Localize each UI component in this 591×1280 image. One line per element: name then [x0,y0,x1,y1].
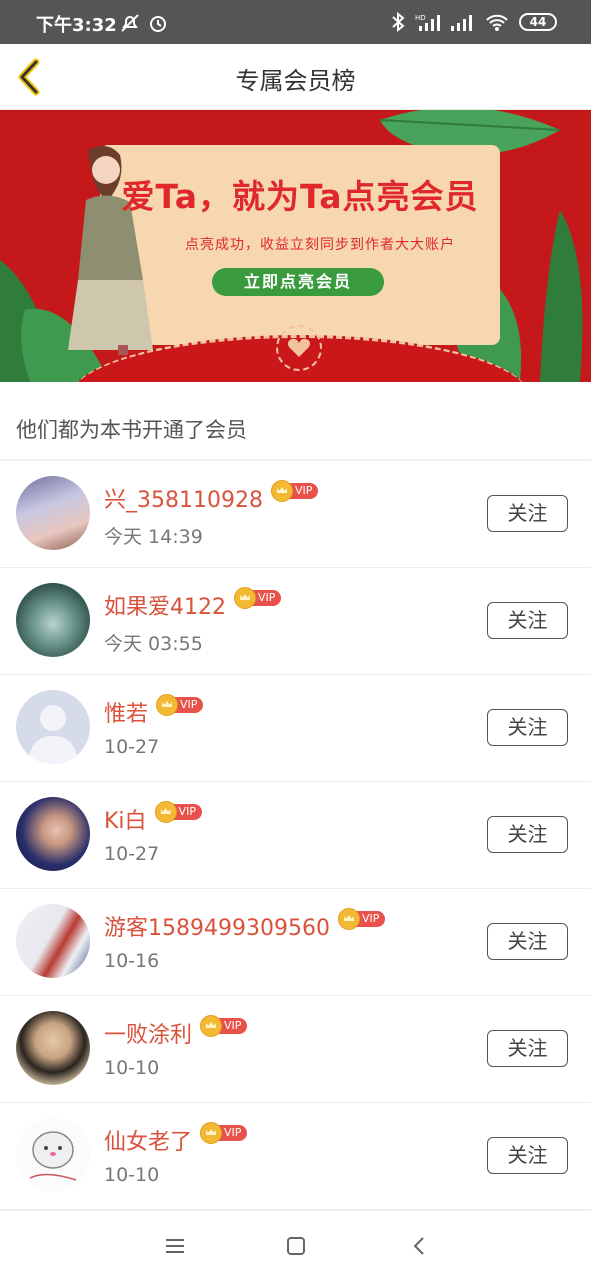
list-item[interactable]: 兴_358110928 VIP 今天 14:39 关注 [0,461,591,568]
vip-badge: VIP [200,1015,248,1037]
alarm-icon [150,16,166,32]
list-item[interactable]: 如果爱4122 VIP 今天 03:55 关注 [0,568,591,675]
status-time: 下午3:32 [36,15,117,36]
member-time: 10-27 [104,736,160,758]
list-item[interactable]: Ki白 VIP 10-27 关注 [0,782,591,889]
home-square-icon [287,1237,305,1255]
hamster-avatar-icon [29,1131,77,1181]
member-name: 仙女老了 VIP [104,1122,248,1156]
vip-badge: VIP [156,694,204,716]
vip-badge: VIP [337,908,386,930]
back-nav-button[interactable] [405,1233,435,1259]
avatar[interactable] [16,690,90,764]
wifi-icon [486,14,508,31]
member-name: Ki白 VIP [104,801,202,835]
member-time: 10-10 [104,1164,160,1186]
bluetooth-icon [392,12,405,32]
crown-icon [156,694,179,716]
member-time: 今天 14:39 [104,526,203,548]
banner-title: 爱Ta，就为Ta点亮会员 [121,177,479,216]
avatar[interactable] [16,1118,90,1192]
follow-button[interactable]: 关注 [487,1137,568,1174]
avatar[interactable] [16,583,90,657]
default-avatar-icon [28,705,78,764]
menu-icon [166,1239,184,1253]
vip-badge: VIP [234,587,282,609]
crown-icon [200,1122,223,1144]
member-list: 兴_358110928 VIP 今天 14:39 关注 如果爱4122 VIP 今天… [0,461,591,1210]
banner-subtitle: 点亮成功，收益立刻同步到作者大大账户 [185,237,455,253]
member-time: 10-16 [104,950,160,972]
member-time: 10-10 [104,1057,160,1079]
app-header: 专属会员榜 [0,44,591,110]
list-item[interactable]: 仙女老了 VIP 10-10 关注 [0,1103,591,1210]
follow-button[interactable]: 关注 [487,709,568,746]
member-name: 一败涂利 VIP [104,1015,248,1049]
page-title: 专属会员榜 [235,67,356,95]
avatar[interactable] [16,904,90,978]
section-title: 他们都为本书开通了会员 [16,418,247,442]
mute-icon [121,14,139,32]
svg-text:HD: HD [415,14,426,22]
battery-indicator: 44 [519,13,557,31]
follow-button[interactable]: 关注 [487,495,568,532]
crown-icon [270,480,293,502]
back-arrow-icon [413,1237,424,1255]
list-item[interactable]: 一败涂利 VIP 10-10 关注 [0,996,591,1103]
status-bar: 下午3:32 HD 44 [0,0,591,44]
signal-icon [451,15,472,31]
crown-icon [337,908,360,930]
follow-button[interactable]: 关注 [487,1030,568,1067]
member-name: 惟若 VIP [104,694,204,728]
crown-icon [200,1015,223,1037]
avatar[interactable] [16,1011,90,1085]
menu-nav-button[interactable] [160,1233,190,1259]
vip-badge: VIP [154,801,202,823]
member-name: 如果爱4122 VIP [104,587,282,621]
member-time: 今天 03:55 [104,633,203,655]
follow-button[interactable]: 关注 [487,816,568,853]
member-time: 10-27 [104,843,160,865]
member-name: 兴_358110928 VIP [104,480,319,514]
list-item[interactable]: 游客1589499309560 VIP 10-16 关注 [0,889,591,996]
member-name: 游客1589499309560 VIP [104,908,386,942]
system-nav-bar [0,1210,591,1280]
crown-icon [234,587,256,609]
hd-signal-icon: HD [415,14,440,31]
list-item[interactable]: 惟若 VIP 10-27 关注 [0,675,591,782]
light-up-vip-button[interactable]: 立即点亮会员 [212,268,384,296]
vip-badge: VIP [200,1122,248,1144]
follow-button[interactable]: 关注 [487,923,568,960]
home-nav-button[interactable] [281,1233,311,1259]
crown-icon [154,801,177,823]
vip-badge: VIP [270,480,319,502]
follow-button[interactable]: 关注 [487,602,568,639]
promo-banner[interactable]: 爱Ta，就为Ta点亮会员 点亮成功，收益立刻同步到作者大大账户 立即点亮会员 [0,110,591,382]
avatar[interactable] [16,797,90,871]
avatar[interactable] [16,476,90,550]
heart-seal-icon [276,325,322,371]
